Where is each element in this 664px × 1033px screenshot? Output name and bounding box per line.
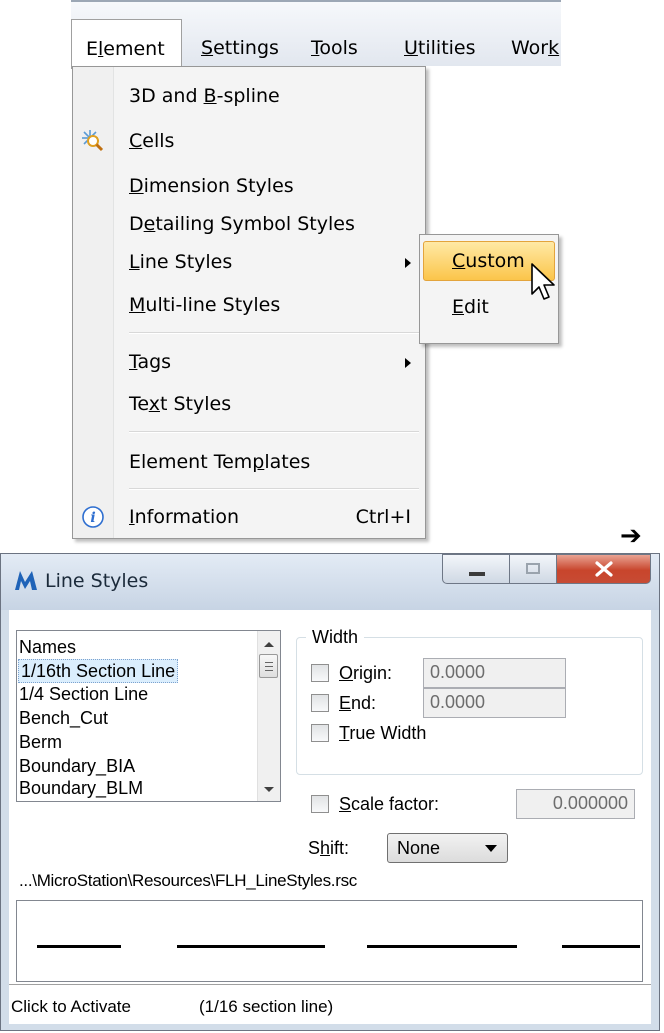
shortcut-label: Ctrl+I — [355, 506, 411, 528]
menu-item-3d-bspline[interactable]: 3D and B-spline — [73, 77, 425, 117]
menu-item-multi-line-styles[interactable]: Multi-line Styles — [73, 286, 425, 326]
line-style-preview — [16, 900, 643, 982]
status-right: (1/16 section line) — [199, 997, 334, 1016]
true-width-label: True Width — [339, 723, 427, 743]
menu-separator — [129, 332, 419, 334]
submenu-arrow-icon — [405, 258, 411, 268]
maximize-button[interactable] — [509, 554, 557, 584]
preview-dash — [562, 945, 640, 948]
origin-field[interactable]: 0.0000 — [423, 658, 566, 688]
dialog-client-area: Names 1/16th Section Line 1/4 Section Li… — [9, 610, 651, 1024]
menu-settings[interactable]: Settings — [201, 36, 279, 60]
list-scrollbar[interactable] — [257, 631, 280, 801]
menu-item-dimension-styles[interactable]: Dimension Styles — [73, 167, 425, 207]
menu-item-detailing-symbol-styles[interactable]: Detailing Symbol Styles — [73, 205, 425, 245]
cell-magnifier-icon — [82, 130, 104, 152]
menu-item-element-templates[interactable]: Element Templates — [73, 443, 425, 483]
list-item[interactable]: Bench_Cut — [19, 707, 108, 729]
width-group-title: Width — [306, 626, 365, 648]
menu-item-information[interactable]: i Information Ctrl+I — [73, 498, 425, 538]
submenu-arrow-icon — [405, 358, 411, 368]
close-icon — [595, 561, 613, 577]
arrow-right-icon: ➔ — [620, 521, 642, 551]
scroll-thumb[interactable] — [259, 654, 278, 678]
shift-combobox[interactable]: None — [387, 833, 508, 863]
mouse-pointer-icon — [531, 263, 555, 300]
shift-value: None — [397, 838, 441, 858]
menu-item-line-styles[interactable]: Line Styles — [73, 243, 425, 283]
menu-item-text-styles[interactable]: Text Styles — [73, 385, 425, 425]
menu-item-tags[interactable]: Tags — [73, 343, 425, 383]
menu-element[interactable]: Element — [71, 19, 182, 69]
scale-factor-checkbox[interactable] — [311, 795, 329, 813]
dialog-title: Line Styles — [45, 570, 149, 592]
names-listbox[interactable]: Names 1/16th Section Line 1/4 Section Li… — [16, 630, 281, 802]
scale-factor-field[interactable]: 0.000000 — [516, 789, 635, 819]
list-item[interactable]: Boundary_BIA — [19, 755, 135, 777]
menu-separator — [129, 488, 419, 490]
chevron-down-icon — [485, 845, 497, 852]
preview-dash — [37, 945, 121, 948]
origin-checkbox[interactable] — [311, 664, 329, 682]
names-header: Names — [19, 637, 77, 657]
info-icon: i — [82, 506, 104, 528]
resource-path: ...\MicroStation\Resources\FLH_LineStyle… — [19, 871, 357, 890]
menu-item-cells[interactable]: Cells — [73, 122, 425, 162]
menu-tools[interactable]: Tools — [311, 36, 358, 60]
true-width-checkbox[interactable] — [311, 724, 329, 742]
dialog-title-bar[interactable]: Line Styles — [1, 554, 659, 610]
menu-workspace[interactable]: Work — [511, 36, 561, 60]
menu-bar: Element Settings Tools Utilities Work — [71, 0, 561, 69]
scale-factor-label: Scale factor: — [339, 794, 440, 814]
menu-separator — [129, 431, 419, 433]
scroll-down-icon[interactable] — [264, 787, 274, 792]
svg-text:i: i — [90, 510, 95, 526]
preview-dash — [177, 945, 325, 948]
end-field[interactable]: 0.0000 — [423, 688, 566, 718]
element-dropdown-menu: 3D and B-spline Cells Dimension Styles D… — [72, 66, 426, 539]
close-button[interactable] — [556, 554, 651, 584]
scroll-up-icon[interactable] — [264, 642, 274, 647]
line-styles-dialog: Line Styles Names 1/16th Section Line 1/… — [0, 553, 660, 1031]
list-item[interactable]: Berm — [19, 731, 62, 753]
list-item[interactable]: Boundary_BLM — [19, 777, 143, 799]
microstation-app-icon — [15, 571, 37, 590]
end-checkbox[interactable] — [311, 694, 329, 712]
origin-label: Origin: — [339, 663, 393, 683]
preview-dash — [367, 945, 517, 948]
end-label: End: — [339, 693, 377, 713]
submenu-item-custom[interactable]: Custom — [452, 249, 525, 273]
list-item[interactable]: 1/4 Section Line — [19, 683, 148, 705]
status-bar: Click to Activate (1/16 section line) — [9, 984, 651, 1024]
submenu-item-edit[interactable]: Edit — [452, 295, 489, 319]
menu-utilities[interactable]: Utilities — [404, 36, 476, 60]
list-item[interactable]: 1/16th Section Line — [18, 659, 179, 683]
shift-label: Shift: — [308, 838, 350, 858]
status-left: Click to Activate — [11, 997, 131, 1016]
minimize-button[interactable] — [442, 554, 510, 584]
